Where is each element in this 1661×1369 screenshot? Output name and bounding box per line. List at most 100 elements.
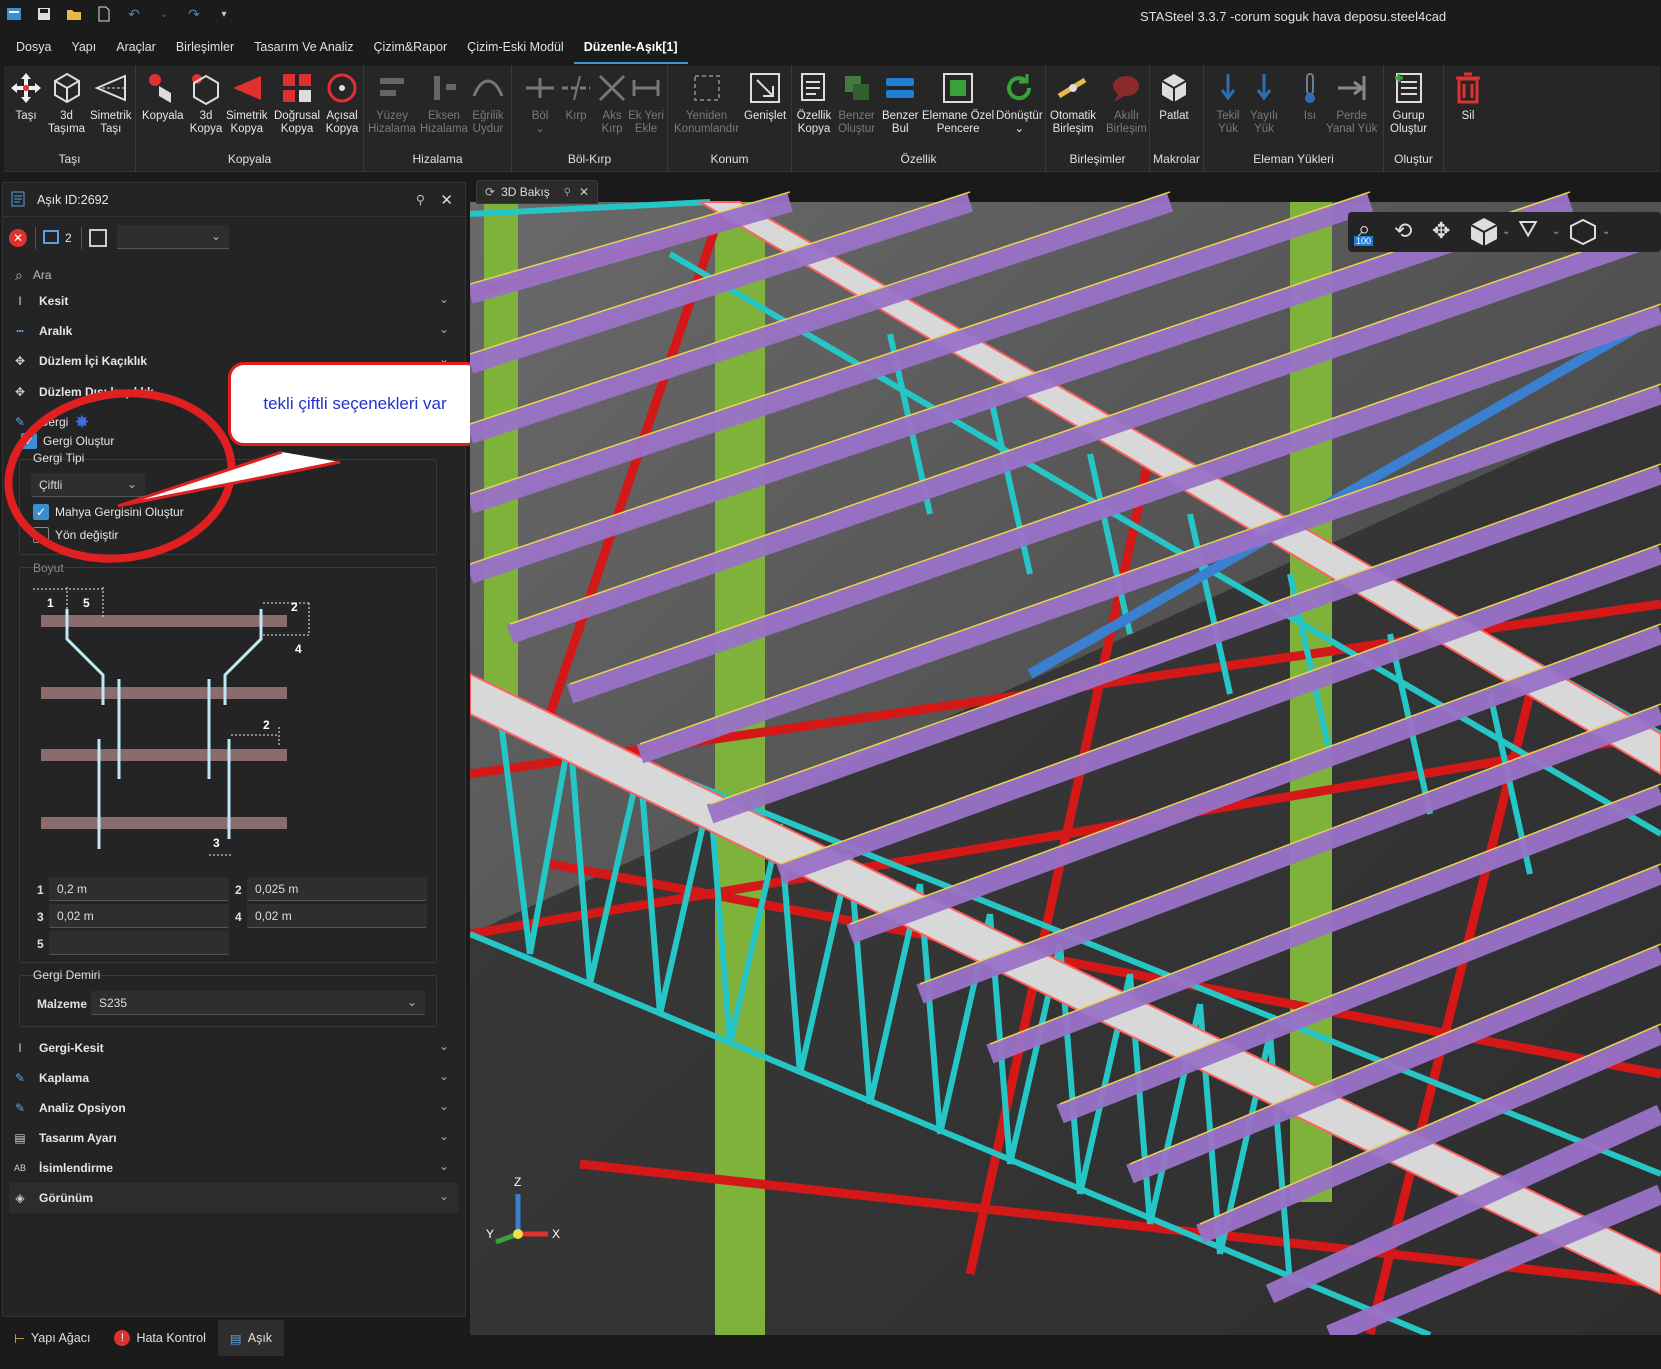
- close-panel-icon[interactable]: ✕: [440, 191, 453, 209]
- tab-asik[interactable]: ▤ Aşık: [217, 1320, 285, 1356]
- split-icon: [526, 78, 554, 98]
- benzer-olustur-button[interactable]: Benzer Oluştur: [838, 70, 875, 136]
- aks-kirp-button[interactable]: Aks Kırp: [594, 70, 630, 136]
- section-tasarim-ayari[interactable]: ▤ Tasarım Ayarı ⌄: [9, 1123, 459, 1153]
- simetrik-kopya-button[interactable]: Simetrik Kopya: [226, 70, 268, 136]
- menu-yapi[interactable]: Yapı: [61, 34, 106, 64]
- genislet-button[interactable]: Genişlet: [744, 70, 786, 123]
- patlat-button[interactable]: Patlat: [1156, 70, 1192, 123]
- app-icon[interactable]: [6, 6, 22, 22]
- filter-icon[interactable]: ⛛: [1518, 216, 1538, 244]
- undo-icon[interactable]: ↶: [126, 6, 142, 22]
- perde-yanal-yuk-button[interactable]: Perde Yanal Yük: [1326, 70, 1377, 136]
- benzer-bul-button[interactable]: Benzer Bul: [882, 70, 918, 136]
- yeniden-konumlandir-button[interactable]: Yeniden Konumlandır: [674, 70, 739, 136]
- panel-title: Aşık ID:2692: [37, 192, 109, 207]
- menu-cizim-eski[interactable]: Çizim-Eski Modül: [457, 34, 574, 64]
- donustur-button[interactable]: Dönüştür ⌄: [996, 70, 1043, 136]
- kopyala-button[interactable]: Kopyala: [142, 70, 184, 123]
- yuzey-hizalama-button[interactable]: Yüzey Hizalama: [368, 70, 416, 136]
- isi-button[interactable]: Isı: [1292, 70, 1328, 123]
- zoom-level: 100: [1354, 236, 1374, 246]
- selection-count-icon: [43, 230, 59, 244]
- undo-dropdown-icon[interactable]: ⌄: [156, 6, 172, 22]
- akilli-birlesim-button[interactable]: Akıllı Birleşim: [1106, 70, 1147, 136]
- section-gorunum[interactable]: ◈ Görünüm ⌄: [9, 1183, 459, 1213]
- group-label-eleman-yukleri: Eleman Yükleri: [1253, 152, 1334, 166]
- menu-dosya[interactable]: Dosya: [6, 34, 61, 64]
- acisal-kopya-button[interactable]: Açısal Kopya: [324, 70, 360, 136]
- filter-settings-icon[interactable]: [89, 229, 107, 247]
- dim-4-input[interactable]: 0,02 m: [247, 904, 427, 928]
- yayili-yuk-button[interactable]: Yayılı Yük: [1246, 70, 1282, 136]
- tasi-button[interactable]: Taşı: [8, 70, 44, 123]
- 3d-viewport[interactable]: Z X Y: [466, 174, 1661, 1345]
- tekil-yuk-button[interactable]: Tekil Yük: [1210, 70, 1246, 136]
- chevron-down-icon[interactable]: ⌄: [1602, 226, 1610, 237]
- panel-bottom-tabs: ⊢ Yapı Ağacı ! Hata Kontrol ▤ Aşık: [2, 1320, 466, 1356]
- otomatik-birlesim-button[interactable]: Otomatik Birleşim: [1050, 70, 1096, 136]
- gurup-olustur-button[interactable]: Gurup Oluştur: [1390, 70, 1427, 136]
- mirror-copy-icon: [232, 76, 261, 100]
- new-file-icon[interactable]: [96, 6, 112, 22]
- section-kesit[interactable]: I Kesit ⌄: [9, 286, 459, 316]
- cancel-selection-icon[interactable]: ✕: [9, 229, 27, 247]
- section-kaplama[interactable]: ✎ Kaplama ⌄: [9, 1063, 459, 1093]
- open-folder-icon[interactable]: [66, 6, 82, 22]
- section-isimlendirme[interactable]: AB İsimlendirme ⌄: [9, 1153, 459, 1183]
- ek-yeri-ekle-button[interactable]: Ek Yeri Ekle: [628, 70, 664, 136]
- bol-button[interactable]: Böl ⌄: [522, 70, 558, 136]
- chevron-down-icon[interactable]: ⌄: [1552, 226, 1560, 237]
- pin-icon[interactable]: ⚲: [416, 192, 425, 207]
- purlin-bar: [41, 817, 287, 829]
- annotation-callout: tekli çiftli seçenekleri var: [228, 362, 482, 446]
- tab-3d-bakis[interactable]: ⟳ 3D Bakış ⚲ ✕: [476, 180, 598, 204]
- menu-araclar[interactable]: Araçlar: [106, 34, 166, 64]
- pin-icon[interactable]: ⚲: [564, 187, 571, 198]
- preset-dropdown[interactable]: ⌄: [117, 225, 229, 249]
- ozellik-kopya-button[interactable]: Özellik Kopya: [796, 70, 832, 136]
- customize-dropdown-icon[interactable]: ▾: [216, 6, 232, 22]
- view-navigation-toolbar: ⌕ 100 ⟲ ✥ ⌄ ⛛ ⌄ ⌄: [1348, 212, 1661, 252]
- dim-2-label: 2: [235, 883, 242, 897]
- lateral-load-icon: [1337, 76, 1366, 100]
- ribbon-group-tasi: Taşı 3d Taşıma Simetrik Taşı Taşı: [4, 66, 136, 172]
- menu-birlesimler[interactable]: Birleşimler: [166, 34, 244, 64]
- 3d-tasima-button[interactable]: 3d Taşıma: [48, 70, 85, 136]
- menu-duzenle-asik[interactable]: Düzenle-Aşık[1]: [573, 34, 688, 64]
- ribbon-group-hizalama: Yüzey Hizalama Eksen Hizalama Eğrilik Uydur…: [364, 66, 512, 172]
- redo-icon[interactable]: ↷: [186, 6, 202, 22]
- close-tab-icon[interactable]: ✕: [579, 185, 589, 199]
- save-icon[interactable]: [36, 6, 52, 22]
- tab-hata-kontrol[interactable]: ! Hata Kontrol: [102, 1320, 217, 1356]
- menu-tasarim[interactable]: Tasarım Ve Analiz: [244, 34, 363, 64]
- section-aralik[interactable]: ┅ Aralık ⌄: [9, 316, 459, 346]
- section-analiz-opsiyon[interactable]: ✎ Analiz Opsiyon ⌄: [9, 1093, 459, 1123]
- dim-2-input[interactable]: 0,025 m: [247, 877, 427, 901]
- egrilik-uydur-button[interactable]: Eğrilik Uydur: [470, 70, 506, 136]
- axis-z-label: Z: [514, 1175, 521, 1189]
- sil-button[interactable]: Sil: [1450, 70, 1486, 123]
- axis-align-icon: [433, 76, 456, 100]
- section-gergi-kesit[interactable]: I Gergi-Kesit ⌄: [9, 1033, 459, 1063]
- orbit-icon[interactable]: ⟲: [1394, 218, 1412, 244]
- simetrik-tasi-button[interactable]: Simetrik Taşı: [90, 70, 132, 136]
- dim-5-input[interactable]: [49, 931, 229, 955]
- malzeme-select[interactable]: S235 ⌄: [91, 991, 425, 1015]
- dim-1-input[interactable]: 0,2 m: [49, 877, 229, 901]
- chevron-down-icon[interactable]: ⌄: [1502, 226, 1510, 237]
- dogrusal-kopya-button[interactable]: Doğrusal Kopya: [274, 70, 320, 136]
- panel-header: Aşık ID:2692 ⚲ ✕: [3, 183, 467, 217]
- search-row[interactable]: ⌕ Ara: [3, 261, 467, 289]
- 3d-kopya-button[interactable]: 3d Kopya: [188, 70, 224, 136]
- pan-icon[interactable]: ✥: [1432, 218, 1450, 244]
- view-cube-icon[interactable]: [1468, 216, 1500, 246]
- elemane-ozel-pencere-button[interactable]: Elemane Özel Pencere: [922, 70, 994, 136]
- eksen-hizalama-button[interactable]: Eksen Hizalama: [420, 70, 468, 136]
- dim-3-input[interactable]: 0,02 m: [49, 904, 229, 928]
- tab-yapi-agaci[interactable]: ⊢ Yapı Ağacı: [2, 1320, 102, 1356]
- view-mode-icon[interactable]: [1568, 218, 1598, 246]
- trash-icon: [1456, 72, 1480, 104]
- menu-cizim-rapor[interactable]: Çizim&Rapor: [364, 34, 458, 64]
- kirp-button[interactable]: Kırp: [558, 70, 594, 123]
